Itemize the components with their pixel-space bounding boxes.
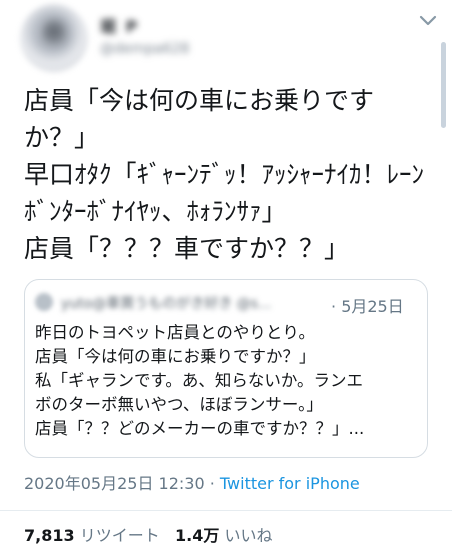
- quoted-user: yuto@車買うものがき好き @s...: [61, 296, 272, 312]
- retweets-label[interactable]: リツイート: [80, 526, 160, 545]
- likes-label[interactable]: いいね: [224, 526, 272, 545]
- quoted-line: ボのターボ無いやつ、ほぼランサー。」: [35, 395, 323, 414]
- chevron-down-icon[interactable]: [418, 14, 438, 28]
- tweet-source-link[interactable]: Twitter for iPhone: [220, 474, 360, 493]
- avatar-image: [40, 18, 68, 52]
- quoted-line: 昨日のトヨペット店員とのやりとり。: [35, 323, 316, 342]
- tweet-line: 店員「？？？車ですか？？」: [24, 234, 350, 263]
- author-handle[interactable]: @dempa628: [100, 41, 189, 57]
- quoted-date-separator: ·: [331, 297, 337, 316]
- tweet-line: 店員「今は何の車にお乗りですか？」: [24, 86, 375, 152]
- likes-count[interactable]: 1.4万: [175, 526, 219, 545]
- quoted-date: · 5月25日: [331, 293, 404, 317]
- tweet-screen: 堀 P @dempa628 店員「今は何の車にお乗りですか？」 早口ｵﾀｸ「ｷﾞ…: [0, 0, 452, 560]
- tweet-stats: 7,813 リツイート 1.4万 いいね: [24, 522, 272, 546]
- tweet-line: 早口ｵﾀｸ「ｷﾞｬｰﾝﾃﾞｯ！ｱｯｼｬｰﾅｲｶ！ﾚｰﾝﾎﾞﾝﾀｰﾎﾞﾅｲﾔｯ、ﾎ…: [24, 160, 425, 226]
- quoted-line: 店員「？？どのメーカーの車ですか？？」...: [35, 419, 365, 438]
- retweets-count[interactable]: 7,813: [24, 526, 75, 545]
- quoted-date-text: 5月25日: [341, 297, 404, 316]
- tweet-timestamp[interactable]: 2020年05月25日 12:30: [24, 474, 205, 493]
- author-name[interactable]: 堀 P: [100, 13, 139, 37]
- quoted-tweet-card[interactable]: yuto@車買うものがき好き @s... · 5月25日 昨日のトヨペット店員と…: [24, 279, 428, 458]
- tweet-header: 堀 P @dempa628: [0, 0, 452, 128]
- quoted-avatar: [35, 293, 53, 311]
- quoted-line: 店員「今は何の車にお乗りですか？」: [35, 347, 316, 366]
- quoted-tweet-text: 昨日のトヨペット店員とのやりとり。 店員「今は何の車にお乗りですか？」 私「ギャ…: [35, 321, 421, 441]
- meta-separator: ·: [209, 474, 215, 493]
- divider: [0, 510, 452, 511]
- tweet-text: 店員「今は何の車にお乗りですか？」 早口ｵﾀｸ「ｷﾞｬｰﾝﾃﾞｯ！ｱｯｼｬｰﾅｲ…: [24, 82, 434, 267]
- scrollbar[interactable]: [441, 42, 446, 128]
- quoted-line: 私「ギャランです。あ、知らないか。ランエ: [35, 371, 364, 390]
- tweet-meta: 2020年05月25日 12:30 · Twitter for iPhone: [24, 470, 360, 494]
